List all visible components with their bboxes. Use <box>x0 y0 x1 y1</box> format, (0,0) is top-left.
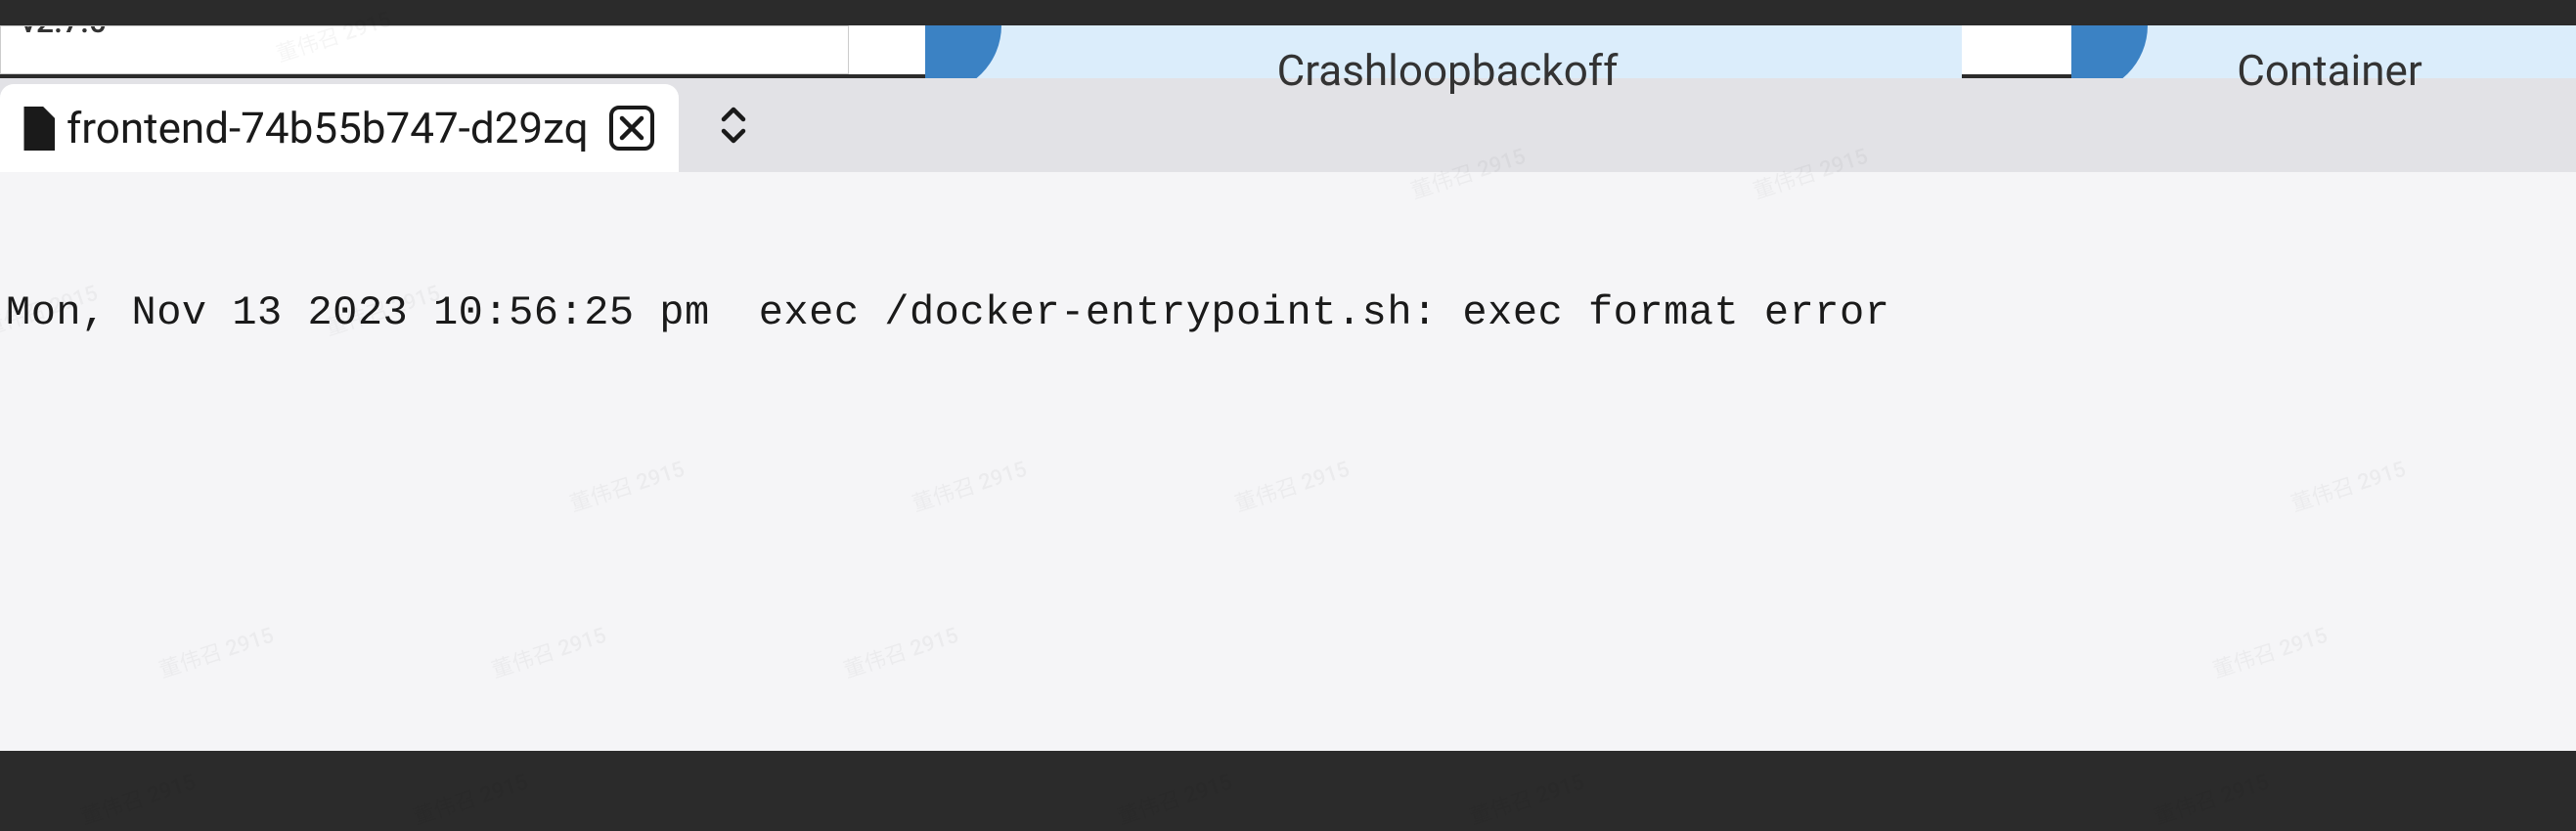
sort-toggle-button[interactable] <box>714 104 753 147</box>
chevron-up-down-icon <box>714 104 753 147</box>
close-icon <box>608 105 655 152</box>
version-text: v2.7.0 <box>21 25 107 40</box>
bottom-border-strip <box>0 751 2576 829</box>
card-label: Crashloopbackoff <box>1277 45 1619 96</box>
close-tab-button[interactable] <box>608 105 655 152</box>
tab-title: frontend-74b55b747-d29zq <box>67 103 589 153</box>
background-version-box: v2.7.0 <box>0 25 849 74</box>
log-message: exec /docker-entrypoint.sh: exec format … <box>759 289 1890 336</box>
background-dashboard-fragment: v2.7.0 Crashloopbackoff Container <box>0 25 2576 74</box>
log-viewer-panel: frontend-74b55b747-d29zq Mon, Nov 13 202… <box>0 78 2576 751</box>
log-output-area[interactable]: Mon, Nov 13 2023 10:56:25 pm exec /docke… <box>0 172 2576 751</box>
log-timestamp: Mon, Nov 13 2023 10:56:25 pm <box>6 289 710 336</box>
file-icon <box>20 107 55 150</box>
log-line: Mon, Nov 13 2023 10:56:25 pm exec /docke… <box>6 289 2570 336</box>
card-label: Container <box>2237 45 2422 96</box>
top-border-strip <box>0 0 2576 25</box>
log-tab[interactable]: frontend-74b55b747-d29zq <box>0 84 679 172</box>
